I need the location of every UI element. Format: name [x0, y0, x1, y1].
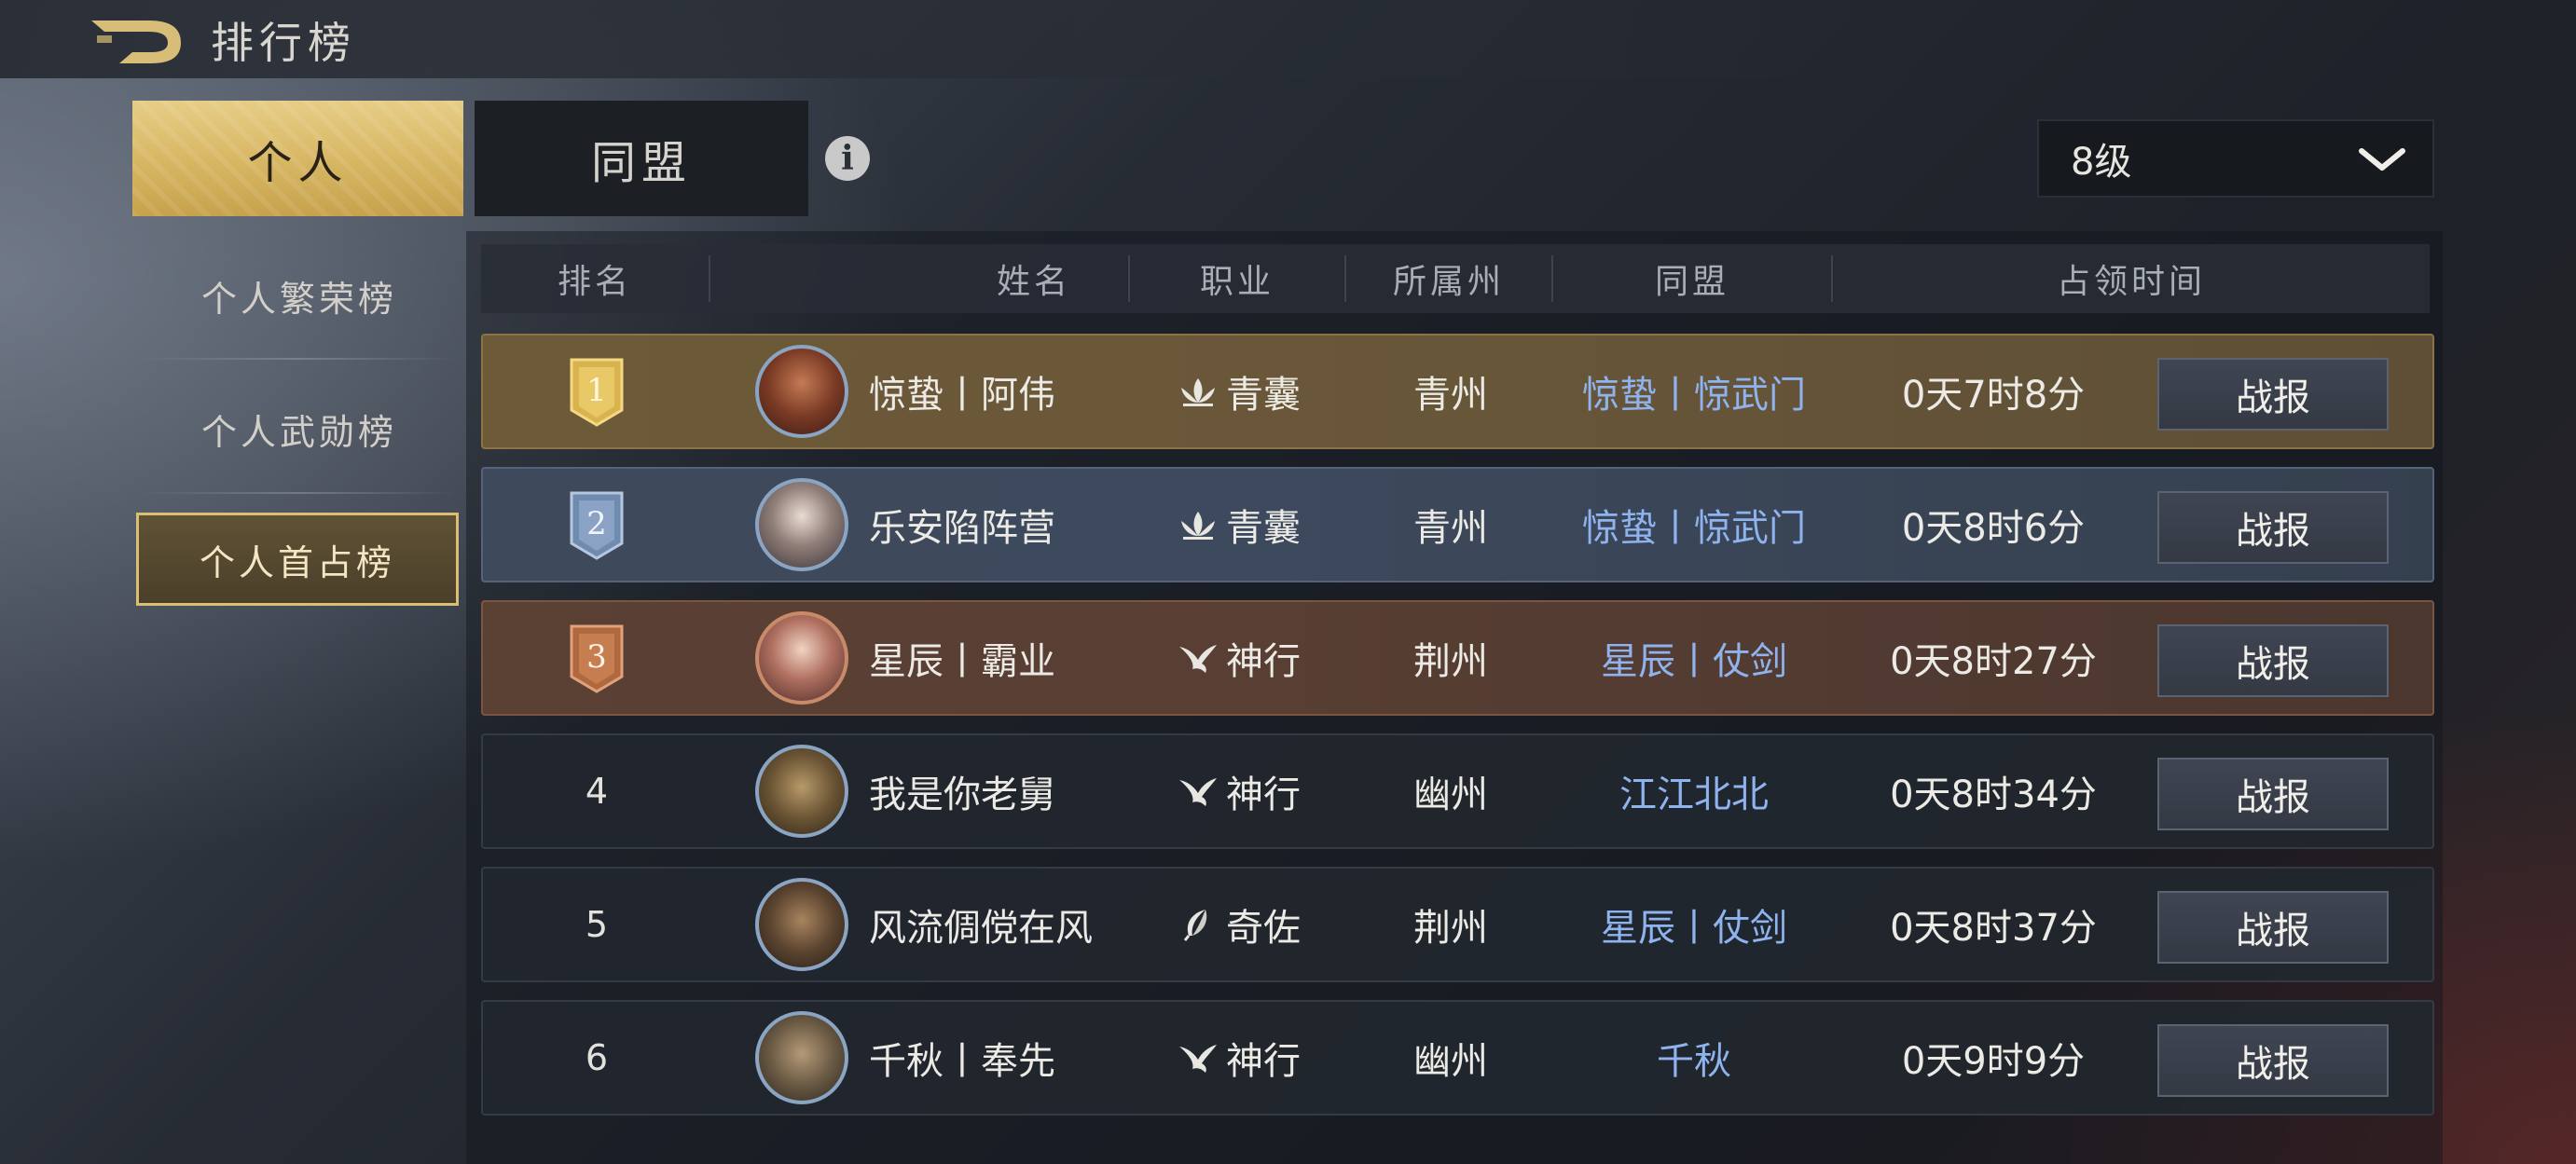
sidebar-divider [140, 358, 457, 360]
col-rank: 排名 [557, 263, 632, 301]
occupy-time: 0天7时8分 [1901, 374, 2086, 417]
sidebar-divider [140, 492, 457, 494]
col-state: 所属州 [1392, 263, 1505, 301]
profession-label: 青囊 [1226, 507, 1301, 550]
info-icon[interactable]: i [825, 136, 870, 181]
gold-medal-icon: 1 [570, 358, 624, 427]
occupy-time: 0天9时9分 [1901, 1040, 2086, 1083]
avatar[interactable] [755, 878, 848, 971]
state-cell: 幽州 [1413, 774, 1488, 816]
lotus-icon [1178, 508, 1219, 541]
state-cell: 荆州 [1413, 640, 1488, 683]
chevron-down-icon [2359, 148, 2405, 171]
top-bar [0, 0, 2576, 78]
page-title: 排行榜 [211, 18, 356, 68]
player-name[interactable]: 千秋丨奉先 [869, 1002, 1130, 1114]
profession-cell: 青囊 [1132, 469, 1346, 581]
col-occupy-time: 占领时间 [2056, 263, 2206, 301]
profession-cell: 青囊 [1132, 336, 1346, 447]
player-name[interactable]: 我是你老舅 [869, 735, 1130, 847]
profession-label: 神行 [1226, 640, 1301, 683]
player-name[interactable]: 乐安陷阵营 [869, 469, 1130, 581]
alliance-link[interactable]: 江江北北 [1555, 735, 1833, 847]
state-cell: 荆州 [1413, 907, 1488, 950]
table-row: 2 乐安陷阵营 青囊 青州 惊蛰丨惊武门 0天8时6分 战报 [481, 467, 2434, 582]
table-row: 3 星辰丨霸业 神行 荆州 星辰丨仗剑 0天8时27分 战报 [481, 600, 2434, 716]
profession-label: 神行 [1226, 1040, 1301, 1083]
alliance-link[interactable]: 惊蛰丨惊武门 [1555, 469, 1833, 581]
back-button[interactable] [84, 11, 196, 69]
tab-alliance[interactable]: 同盟 [475, 101, 808, 216]
battle-report-button[interactable]: 战报 [2157, 758, 2389, 830]
battle-report-button[interactable]: 战报 [2157, 624, 2389, 697]
rank-cell: 1 [483, 336, 710, 447]
occupy-time: 0天8时6分 [1901, 507, 2086, 550]
table-row: 1 惊蛰丨阿伟 青囊 青州 惊蛰丨惊武门 0天7时8分 战报 [481, 334, 2434, 449]
profession-cell: 奇佐 [1132, 869, 1346, 980]
table-row: 5 风流倜傥在风 奇佐 荆州 星辰丨仗剑 0天8时37分 战报 [481, 867, 2434, 982]
rank-cell: 2 [483, 469, 710, 581]
col-profession: 职业 [1199, 263, 1274, 301]
feather-icon [1178, 908, 1219, 941]
battle-report-button[interactable]: 战报 [2157, 1024, 2389, 1097]
profession-cell: 神行 [1132, 1002, 1346, 1114]
battle-report-button[interactable]: 战报 [2157, 358, 2389, 431]
tab-personal[interactable]: 个人 [132, 101, 463, 216]
silver-medal-icon: 2 [570, 491, 624, 560]
profession-cell: 神行 [1132, 735, 1346, 847]
player-name[interactable]: 风流倜傥在风 [869, 869, 1130, 980]
table-row: 4 我是你老舅 神行 幽州 江江北北 0天8时34分 战报 [481, 733, 2434, 849]
rank-cell: 5 [585, 904, 609, 945]
sidebar-item-merit[interactable]: 个人武勋榜 [136, 380, 462, 477]
eagle-icon [1178, 641, 1219, 675]
battle-report-button[interactable]: 战报 [2157, 491, 2389, 564]
col-alliance: 同盟 [1654, 263, 1729, 301]
rank-cell: 3 [483, 602, 710, 714]
occupy-time: 0天8时37分 [1890, 907, 2097, 950]
alliance-link[interactable]: 星辰丨仗剑 [1555, 869, 1833, 980]
occupy-time: 0天8时34分 [1890, 774, 2097, 816]
eagle-icon [1178, 1041, 1219, 1075]
medal-rank: 1 [586, 372, 607, 409]
rank-cell: 4 [585, 771, 609, 812]
rank-cell: 6 [585, 1037, 609, 1078]
profession-label: 奇佐 [1226, 907, 1301, 950]
profession-label: 青囊 [1226, 374, 1301, 417]
avatar[interactable] [755, 345, 848, 438]
level-dropdown[interactable]: 8级 [2037, 119, 2434, 198]
state-cell: 青州 [1413, 374, 1488, 417]
avatar[interactable] [755, 745, 848, 838]
occupy-time: 0天8时27分 [1890, 640, 2097, 683]
alliance-link[interactable]: 惊蛰丨惊武门 [1555, 336, 1833, 447]
player-name[interactable]: 惊蛰丨阿伟 [869, 336, 1130, 447]
profession-cell: 神行 [1132, 602, 1346, 714]
level-dropdown-value: 8级 [2071, 141, 2132, 184]
avatar[interactable] [755, 611, 848, 705]
sidebar-item-first-occupy[interactable]: 个人首占榜 [136, 513, 459, 606]
avatar[interactable] [755, 478, 848, 571]
medal-rank: 2 [586, 505, 607, 542]
state-cell: 青州 [1413, 507, 1488, 550]
avatar[interactable] [755, 1011, 848, 1104]
alliance-link[interactable]: 星辰丨仗剑 [1555, 602, 1833, 714]
back-arrow-icon [91, 21, 181, 63]
table-header: 排名 姓名 职业 所属州 同盟 占领时间 [481, 244, 2430, 313]
player-name[interactable]: 星辰丨霸业 [869, 602, 1130, 714]
table-row: 6 千秋丨奉先 神行 幽州 千秋 0天9时9分 战报 [481, 1000, 2434, 1116]
alliance-link[interactable]: 千秋 [1555, 1002, 1833, 1114]
state-cell: 幽州 [1413, 1040, 1488, 1083]
sidebar-item-prosperity[interactable]: 个人繁荣榜 [136, 247, 462, 344]
profession-label: 神行 [1226, 774, 1301, 816]
medal-rank: 3 [586, 638, 607, 676]
eagle-icon [1178, 774, 1219, 808]
bronze-medal-icon: 3 [570, 624, 624, 693]
lotus-icon [1178, 375, 1219, 408]
battle-report-button[interactable]: 战报 [2157, 891, 2389, 964]
